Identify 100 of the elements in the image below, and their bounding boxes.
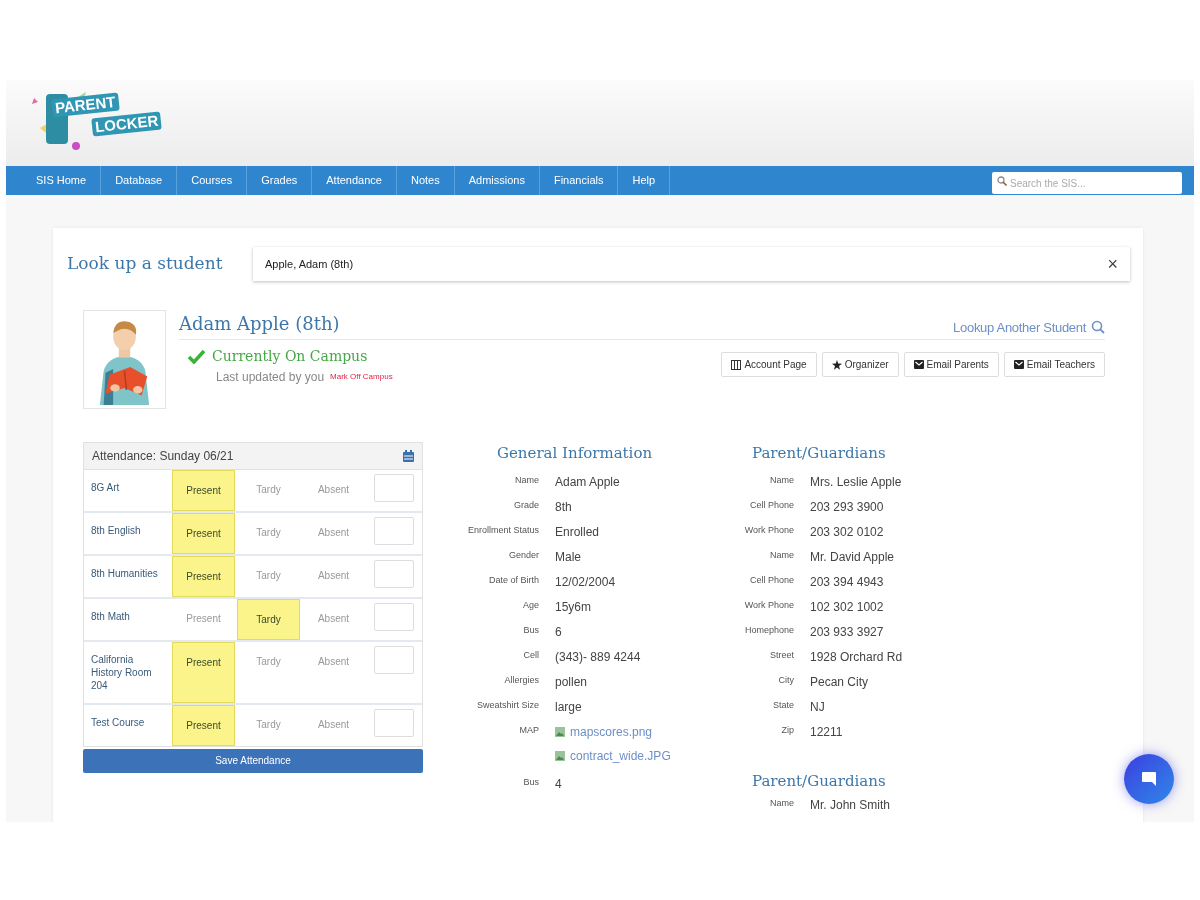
lookup-link[interactable]: Lookup Another Student — [953, 317, 1105, 337]
field-value: Mr. David Apple — [810, 548, 895, 566]
field-label: Homephone — [743, 623, 794, 635]
attendance-option[interactable]: Present — [172, 556, 235, 597]
student-search-field[interactable]: Apple, Adam (8th) × — [253, 247, 1130, 281]
attendance-option[interactable]: Tardy — [237, 705, 300, 746]
attendance-option[interactable]: Tardy — [237, 599, 300, 640]
columns-icon — [731, 359, 742, 370]
envelope-icon — [913, 360, 924, 369]
nav-item[interactable]: Help — [618, 166, 671, 195]
field-label: City — [777, 673, 794, 685]
note-field[interactable] — [374, 603, 414, 631]
field-label: Grade — [513, 498, 539, 510]
course-name: 8th Humanities — [90, 567, 159, 581]
nav-item[interactable]: Notes — [396, 166, 455, 195]
nav-item[interactable]: Grades — [247, 166, 313, 195]
attendance-option[interactable]: Absent — [302, 599, 365, 640]
section-heading: Parent/Guardians — [752, 443, 887, 464]
attendance-option[interactable]: Absent — [302, 705, 365, 746]
attendance-option[interactable]: Tardy — [237, 470, 300, 511]
nav-item[interactable]: Database — [101, 166, 178, 195]
field-label: Age — [522, 598, 539, 610]
action-button[interactable]: Organizer — [821, 352, 899, 377]
attendance-option[interactable]: Tardy — [237, 513, 300, 554]
student-name: Adam Apple (8th) — [179, 312, 340, 336]
field-label: Name — [769, 473, 794, 485]
field-label: Cell Phone — [748, 573, 794, 585]
attendance-option[interactable]: Absent — [302, 556, 365, 597]
field-value: 1928 Orchard Rd — [810, 648, 903, 666]
nav-item[interactable]: Courses — [177, 166, 248, 195]
note-field[interactable] — [374, 517, 414, 545]
section-heading: Parent/Guardians — [752, 770, 887, 792]
course-name: 8th English — [90, 524, 142, 538]
nav-item[interactable]: Financials — [539, 166, 619, 195]
field-value: 8th — [555, 498, 572, 516]
course-name: 8G Art — [90, 481, 121, 495]
nav-item[interactable]: Attendance — [312, 166, 397, 195]
action-button[interactable]: Account Page — [721, 352, 817, 377]
attendance-option[interactable]: Present — [172, 513, 235, 554]
field-value: Enrolled — [555, 523, 600, 541]
field-value: pollen — [555, 673, 588, 691]
field-label: Gender — [507, 548, 539, 560]
image-file-icon — [555, 750, 565, 761]
lookup-title: Look up a student — [67, 252, 224, 276]
search-icon — [1091, 320, 1105, 335]
attendance-option[interactable]: Present — [172, 642, 235, 703]
file-link[interactable]: contract_wide.JPG — [555, 746, 671, 765]
attendance-option[interactable]: Tardy — [237, 556, 300, 597]
field-label: Bus — [522, 775, 539, 787]
field-value: 15y6m — [555, 598, 592, 616]
field-value: NJ — [810, 698, 825, 716]
field-value: Male — [555, 548, 581, 566]
action-button[interactable]: Email Parents — [903, 352, 999, 377]
image-file-icon — [555, 726, 565, 737]
file-link[interactable]: mapscores.png — [555, 722, 671, 741]
nav-item[interactable]: SIS Home — [6, 166, 102, 195]
search-field[interactable]: Search the SIS... — [992, 172, 1182, 194]
close-button[interactable]: × — [1107, 255, 1118, 273]
save-attendance-button[interactable]: Save Attendance — [83, 748, 423, 773]
chat-icon — [1140, 770, 1158, 788]
field-value: 102 302 1002 — [810, 598, 884, 616]
field-value: Mr. John Smith — [810, 797, 891, 814]
search-icon — [997, 175, 1007, 186]
field-label: Cell — [522, 648, 539, 660]
field-label: State — [772, 698, 794, 710]
note-field[interactable] — [374, 709, 414, 737]
field-value: 12211 — [810, 723, 843, 741]
course-name: California History Room 204 — [90, 653, 153, 693]
field-label: Street — [769, 648, 794, 660]
field-value: (343)- 889 4244 — [555, 648, 641, 666]
field-value: 4 — [555, 775, 562, 793]
note-field[interactable] — [374, 560, 414, 588]
field-label: Bus — [522, 623, 539, 635]
attendance-option[interactable]: Present — [172, 470, 235, 511]
attendance-option[interactable]: Tardy — [237, 642, 300, 703]
field-value: 12/02/2004 — [555, 573, 616, 591]
logo-text: PARENT — [51, 92, 120, 118]
mark-off-campus-link[interactable]: Mark Off Campus — [330, 371, 393, 383]
nav-item[interactable]: Admissions — [454, 166, 540, 195]
section-heading: General Information — [497, 443, 654, 464]
attendance-option[interactable]: Present — [172, 599, 235, 640]
action-button[interactable]: Email Teachers — [1003, 352, 1105, 377]
field-value: Pecan City — [810, 673, 869, 691]
note-field[interactable] — [374, 646, 414, 674]
field-value: 6 — [555, 623, 562, 641]
last-updated-text: Last updated by you — [216, 369, 325, 386]
note-field[interactable] — [374, 474, 414, 502]
field-value: 203 933 3927 — [810, 623, 884, 641]
field-label: Name — [514, 473, 539, 485]
field-value: large — [555, 698, 582, 716]
attendance-option[interactable]: Absent — [302, 513, 365, 554]
field-label: Work Phone — [743, 598, 794, 610]
attendance-option[interactable]: Present — [172, 705, 235, 746]
field-value: Mrs. Leslie Apple — [810, 473, 902, 491]
field-value: 203 293 3900 — [810, 498, 884, 516]
attendance-option[interactable]: Absent — [302, 642, 365, 703]
field-label: Work Phone — [743, 523, 794, 535]
calendar-icon[interactable] — [403, 450, 414, 462]
attendance-option[interactable]: Absent — [302, 470, 365, 511]
field-value: Adam Apple — [555, 473, 620, 491]
